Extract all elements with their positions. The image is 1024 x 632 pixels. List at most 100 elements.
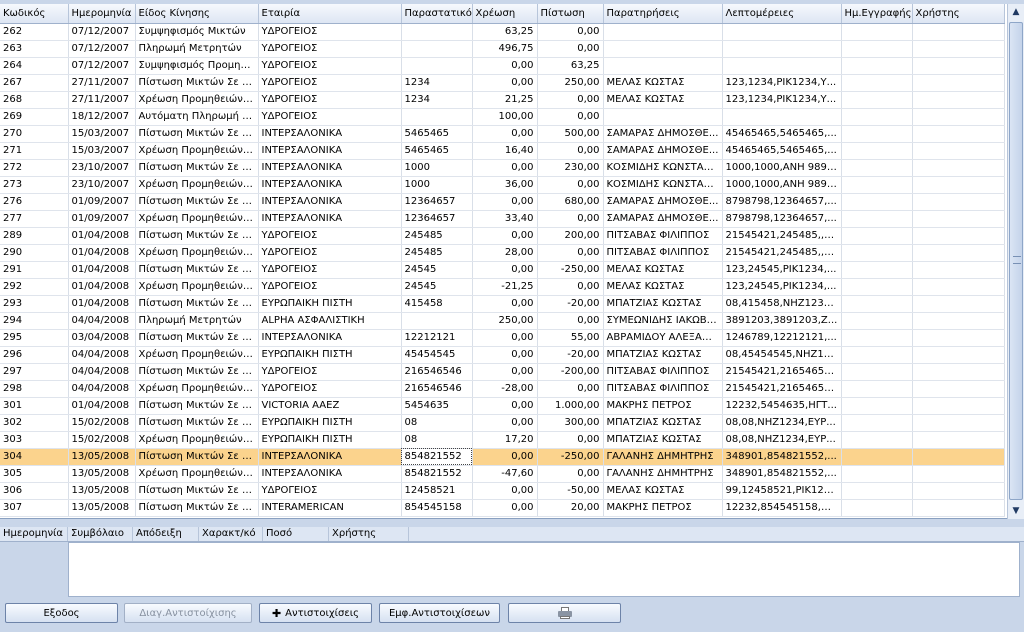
matches-button[interactable]: ✚ Αντιστοιχίσεις xyxy=(259,603,372,623)
table-cell xyxy=(912,278,1005,296)
table-cell: ΕΥΡΩΠΑΙΚΗ ΠΙΣΤΗ xyxy=(258,431,402,449)
detail-col-date[interactable]: Ημερομηνία xyxy=(0,527,68,541)
grid-col-header[interactable]: Λεπτομέρειες xyxy=(722,4,842,24)
table-cell: 5454635 xyxy=(401,397,473,415)
transactions-grid[interactable]: Κωδικός Ημερομηνία Είδος Κίνησης Εταιρία Παρ… xyxy=(0,4,1024,519)
table-cell: 0,00 xyxy=(472,295,538,313)
table-row[interactable]: 304 13/05/2008 Πίστωση Μικτών Σε Ετ... ΙΝΤΕ… xyxy=(0,448,1005,466)
table-row[interactable]: 263 07/12/2007 Πληρωμή Μετρητών ΥΔΡΟΓΕΙΟΣ 49… xyxy=(0,40,1005,58)
grid-col-header[interactable]: Χρήστης xyxy=(912,4,1005,24)
table-cell: Χρέωση Προμηθειών Σ... xyxy=(135,431,259,449)
table-row[interactable]: 305 13/05/2008 Χρέωση Προμηθειών Σ... ΙΝΤΕΡ… xyxy=(0,465,1005,483)
table-cell xyxy=(841,482,913,500)
detail-grid-header: Ημερομηνία Συμβόλαιο Απόδειξη Χαρακτ/κό … xyxy=(0,527,1024,542)
table-cell: Συμψηφισμός Προμηθε... xyxy=(135,57,259,75)
grid-col-header[interactable]: Παρατηρήσεις xyxy=(603,4,723,24)
table-row[interactable]: 262 07/12/2007 Συμψηφισμός Μικτών ΥΔΡΟΓΕΙΟΣ… xyxy=(0,23,1005,41)
table-row[interactable]: 277 01/09/2007 Χρέωση Προμηθειών Σ... ΙΝΤΕΡ… xyxy=(0,210,1005,228)
table-cell xyxy=(603,40,723,58)
table-cell: 269 xyxy=(0,108,69,126)
table-cell: 680,00 xyxy=(537,193,604,211)
scroll-thumb[interactable] xyxy=(1009,22,1023,500)
table-row[interactable]: 303 15/02/2008 Χρέωση Προμηθειών Σ... ΕΥΡΩΠ… xyxy=(0,431,1005,449)
grid-col-header[interactable]: Κωδικός xyxy=(0,4,69,24)
detail-grid-body[interactable] xyxy=(68,542,1020,597)
table-row[interactable]: 267 27/11/2007 Πίστωση Μικτών Σε Ετ... ΥΔΡΟ… xyxy=(0,74,1005,92)
table-cell: Πίστωση Μικτών Σε Ετ... xyxy=(135,193,259,211)
vertical-scrollbar[interactable]: ▲ ▼ xyxy=(1007,4,1024,519)
exit-button[interactable]: Εξοδος xyxy=(5,603,118,623)
table-cell: 0,00 xyxy=(537,278,604,296)
table-row[interactable]: 298 04/04/2008 Χρέωση Προμηθειών Σ... ΥΔΡΟΓ… xyxy=(0,380,1005,398)
table-row[interactable]: 296 04/04/2008 Χρέωση Προμηθειών Σ... ΕΥΡΩΠ… xyxy=(0,346,1005,364)
table-row[interactable]: 295 03/04/2008 Πίστωση Μικτών Σε Ετ... ΙΝΤΕ… xyxy=(0,329,1005,347)
table-row[interactable]: 292 01/04/2008 Χρέωση Προμηθειών Σ... ΥΔΡΟΓ… xyxy=(0,278,1005,296)
table-cell: 45465465,5465465,... xyxy=(722,125,842,143)
show-matches-button[interactable]: Εμφ.Αντιστοιχίσεων xyxy=(379,603,500,623)
table-row[interactable]: 270 15/03/2007 Πίστωση Μικτών Σε Ετ... ΙΝΤΕ… xyxy=(0,125,1005,143)
table-row[interactable]: 307 13/05/2008 Πίστωση Μικτών Σε Ετ... INTE… xyxy=(0,499,1005,517)
grid-col-header[interactable]: Χρέωση xyxy=(472,4,538,24)
scroll-up-arrow-icon[interactable]: ▲ xyxy=(1008,4,1024,20)
table-cell: 63,25 xyxy=(537,57,604,75)
table-row[interactable]: 294 04/04/2008 Πληρωμή Μετρητών ALPHA ΑΣΦΑΛ… xyxy=(0,312,1005,330)
table-cell: -21,25 xyxy=(472,278,538,296)
delete-match-button[interactable]: Διαγ.Αντιστοίχισης xyxy=(124,603,252,623)
table-row[interactable]: 306 13/05/2008 Πίστωση Μικτών Σε Ετ... ΥΔΡΟ… xyxy=(0,482,1005,500)
table-cell: 300,00 xyxy=(537,414,604,432)
table-cell: 304 xyxy=(0,448,69,466)
detail-col-contract[interactable]: Συμβόλαιο xyxy=(68,527,133,541)
table-row[interactable]: 271 15/03/2007 Χρέωση Προμηθειών Σ... ΙΝΤΕΡ… xyxy=(0,142,1005,160)
grid-col-header[interactable]: Ημερομηνία xyxy=(68,4,136,24)
table-row[interactable]: 264 07/12/2007 Συμψηφισμός Προμηθε... ΥΔΡΟΓ… xyxy=(0,57,1005,75)
table-cell: ΓΑΛΑΝΗΣ ΔΗΜΗΤΡΗΣ xyxy=(603,465,723,483)
table-cell: 01/04/2008 xyxy=(68,295,136,313)
grid-col-header[interactable]: Παραστατικό xyxy=(401,4,473,24)
table-cell: 0,00 xyxy=(537,40,604,58)
exit-button-label: Εξοδος xyxy=(43,607,80,619)
table-cell: 08,45454545,ΝΗΖ12... xyxy=(722,346,842,364)
grid-col-header[interactable]: Πίστωση xyxy=(537,4,604,24)
table-row[interactable]: 268 27/11/2007 Χρέωση Προμηθειών Σ... ΥΔΡΟΓ… xyxy=(0,91,1005,109)
detail-col-receipt[interactable]: Απόδειξη xyxy=(133,527,199,541)
table-cell: 27/11/2007 xyxy=(68,91,136,109)
table-row[interactable]: 289 01/04/2008 Πίστωση Μικτών Σε Ετ... ΥΔΡΟ… xyxy=(0,227,1005,245)
table-cell: 0,00 xyxy=(472,363,538,381)
grid-col-header[interactable]: Είδος Κίνησης xyxy=(135,4,259,24)
table-cell: ΥΔΡΟΓΕΙΟΣ xyxy=(258,261,402,279)
print-button[interactable] xyxy=(508,603,621,623)
table-row[interactable]: 272 23/10/2007 Πίστωση Μικτών Σε Ετ... ΙΝΤΕ… xyxy=(0,159,1005,177)
table-row[interactable]: 269 18/12/2007 Αυτόματη Πληρωμή Α... ΥΔΡΟΓΕ… xyxy=(0,108,1005,126)
table-cell: 01/09/2007 xyxy=(68,210,136,228)
detail-col-amount[interactable]: Ποσό xyxy=(263,527,329,541)
table-cell: ΙΝΤΕΡΣΑΛΟΝΙΚΑ xyxy=(258,465,402,483)
table-cell: Πίστωση Μικτών Σε Ετ... xyxy=(135,329,259,347)
table-cell: 306 xyxy=(0,482,69,500)
table-cell: 263 xyxy=(0,40,69,58)
table-row[interactable]: 291 01/04/2008 Πίστωση Μικτών Σε Ετ... ΥΔΡΟ… xyxy=(0,261,1005,279)
table-row[interactable]: 301 01/04/2008 Πίστωση Μικτών Σε Ετ... VICT… xyxy=(0,397,1005,415)
table-cell: Χρέωση Προμηθειών Σ... xyxy=(135,176,259,194)
table-cell: 33,40 xyxy=(472,210,538,228)
table-cell: 04/04/2008 xyxy=(68,312,136,330)
table-cell xyxy=(401,108,473,126)
table-row[interactable]: 293 01/04/2008 Πίστωση Μικτών Σε Ετ... ΕΥΡΩ… xyxy=(0,295,1005,313)
table-row[interactable]: 302 15/02/2008 Πίστωση Μικτών Σε Ετ... ΕΥΡΩ… xyxy=(0,414,1005,432)
table-cell xyxy=(912,448,1005,466)
table-row[interactable]: 276 01/09/2007 Πίστωση Μικτών Σε Ετ... ΙΝΤΕ… xyxy=(0,193,1005,211)
table-row[interactable]: 273 23/10/2007 Χρέωση Προμηθειών Σ... ΙΝΤΕΡ… xyxy=(0,176,1005,194)
table-cell: 301 xyxy=(0,397,69,415)
table-row[interactable]: 297 04/04/2008 Πίστωση Μικτών Σε Ετ... ΥΔΡΟ… xyxy=(0,363,1005,381)
table-cell: ΠΙΤΣΑΒΑΣ ΦΙΛΙΠΠΟΣ xyxy=(603,363,723,381)
detail-col-characteristic[interactable]: Χαρακτ/κό xyxy=(199,527,263,541)
grid-col-header[interactable]: Ημ.Εγγραφής xyxy=(841,4,913,24)
table-cell xyxy=(912,329,1005,347)
grid-col-header[interactable]: Εταιρία xyxy=(258,4,402,24)
table-cell: ΜΕΛΑΣ ΚΩΣΤΑΣ xyxy=(603,91,723,109)
table-row[interactable]: 290 01/04/2008 Χρέωση Προμηθειών Σ... ΥΔΡΟΓ… xyxy=(0,244,1005,262)
scroll-down-arrow-icon[interactable]: ▼ xyxy=(1008,503,1024,519)
table-cell: 04/04/2008 xyxy=(68,363,136,381)
table-cell: ΙΝΤΕΡΣΑΛΟΝΙΚΑ xyxy=(258,159,402,177)
button-bar: Εξοδος Διαγ.Αντιστοίχισης ✚ Αντιστοιχίσε… xyxy=(0,603,1024,625)
detail-col-user[interactable]: Χρήστης xyxy=(329,527,409,541)
